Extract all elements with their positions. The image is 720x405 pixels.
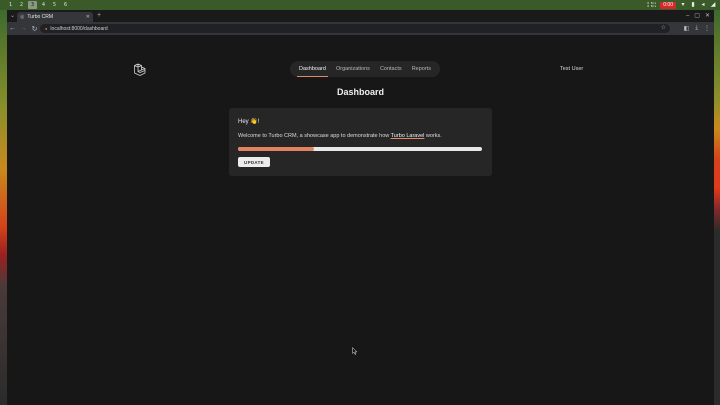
download-icon[interactable]: ⤓	[695, 25, 698, 32]
tab-bar: ⌄ ◎ Turbo CRM ✕ + – ▢ ✕	[7, 10, 714, 22]
volume-icon[interactable]: ◂	[700, 0, 706, 10]
greeting: Hey 👋!	[238, 119, 260, 125]
forward-icon[interactable]: →	[18, 25, 29, 32]
update-button[interactable]: UPDATE	[238, 157, 270, 167]
welcome-text: Welcome to Turbo CRM, a showcase app to …	[238, 133, 442, 139]
laravel-logo-icon[interactable]	[133, 63, 147, 77]
app-page: Dashboard Organizations Contacts Reports…	[7, 35, 714, 405]
new-tab-icon[interactable]: +	[97, 12, 101, 20]
tab-search-icon[interactable]: ⌄	[10, 12, 15, 20]
toolbar-actions: ◧ ⤓ ⋮	[684, 22, 710, 35]
nav-contacts[interactable]: Contacts	[378, 64, 404, 74]
system-bar: 1 2 3 4 5 6 0 B/s 0 B/s 0:00 ▾ ▮ ◂ ◢	[0, 0, 720, 10]
workspace-6[interactable]: 6	[61, 1, 70, 9]
maximize-icon[interactable]: ▢	[694, 11, 700, 21]
desktop-wallpaper-right	[714, 10, 720, 405]
nav-dashboard[interactable]: Dashboard	[297, 64, 328, 77]
window-controls: – ▢ ✕	[686, 11, 710, 21]
progress-bar-fill	[238, 147, 314, 151]
workspace-1[interactable]: 1	[6, 1, 15, 9]
welcome-card: Hey 👋! Welcome to Turbo CRM, a showcase …	[229, 108, 492, 176]
tab-turbo-crm[interactable]: ◎ Turbo CRM ✕	[17, 12, 93, 22]
battery-icon[interactable]: ▮	[690, 0, 696, 10]
browser-toolbar: ← → ↻ ● localhost:8000/dashboard ☆ ◧ ⤓ ⋮	[7, 22, 714, 35]
nav-reports[interactable]: Reports	[410, 64, 433, 74]
nav-organizations[interactable]: Organizations	[334, 64, 372, 74]
extensions-icon[interactable]: ◧	[684, 25, 690, 32]
bookmark-star-icon[interactable]: ☆	[661, 24, 666, 33]
user-menu[interactable]: Test User	[560, 66, 583, 72]
network-down: 0 B/s	[647, 4, 657, 8]
back-icon[interactable]: ←	[7, 25, 18, 32]
reload-icon[interactable]: ↻	[29, 25, 40, 33]
page-title: Dashboard	[336, 87, 384, 97]
wifi-icon[interactable]: ▾	[680, 0, 686, 10]
desktop-wallpaper-left	[0, 10, 7, 405]
close-window-icon[interactable]: ✕	[705, 11, 710, 21]
address-bar[interactable]: ● localhost:8000/dashboard ☆	[40, 24, 670, 33]
progress-bar	[238, 147, 482, 151]
turbo-laravel-link[interactable]: Turbo Laravel	[391, 133, 425, 139]
signal-icon[interactable]: ◢	[710, 0, 716, 10]
system-tray: 0 B/s 0 B/s 0:00 ▾ ▮ ◂ ◢	[647, 0, 716, 10]
workspace-5[interactable]: 5	[50, 1, 59, 9]
workspace-2[interactable]: 2	[17, 1, 26, 9]
workspace-4[interactable]: 4	[39, 1, 48, 9]
workspace-3[interactable]: 3	[28, 1, 37, 9]
minimize-icon[interactable]: –	[686, 11, 689, 21]
main-nav: Dashboard Organizations Contacts Reports	[290, 61, 440, 77]
welcome-text-start: Welcome to Turbo CRM, a showcase app to …	[238, 133, 391, 139]
mouse-cursor-icon	[352, 347, 358, 355]
tab-title: Turbo CRM	[27, 14, 54, 20]
record-indicator[interactable]: 0:00	[660, 1, 676, 9]
close-tab-icon[interactable]: ✕	[86, 14, 90, 20]
globe-icon: ◎	[20, 14, 25, 20]
menu-kebab-icon[interactable]: ⋮	[704, 25, 710, 32]
site-info-icon[interactable]: ●	[45, 26, 47, 31]
address-url[interactable]: localhost:8000/dashboard	[50, 26, 107, 32]
welcome-text-end: works.	[424, 133, 442, 139]
browser-window: ⌄ ◎ Turbo CRM ✕ + – ▢ ✕ ← → ↻ ● localhos…	[7, 10, 714, 405]
network-speed: 0 B/s 0 B/s	[647, 2, 656, 8]
